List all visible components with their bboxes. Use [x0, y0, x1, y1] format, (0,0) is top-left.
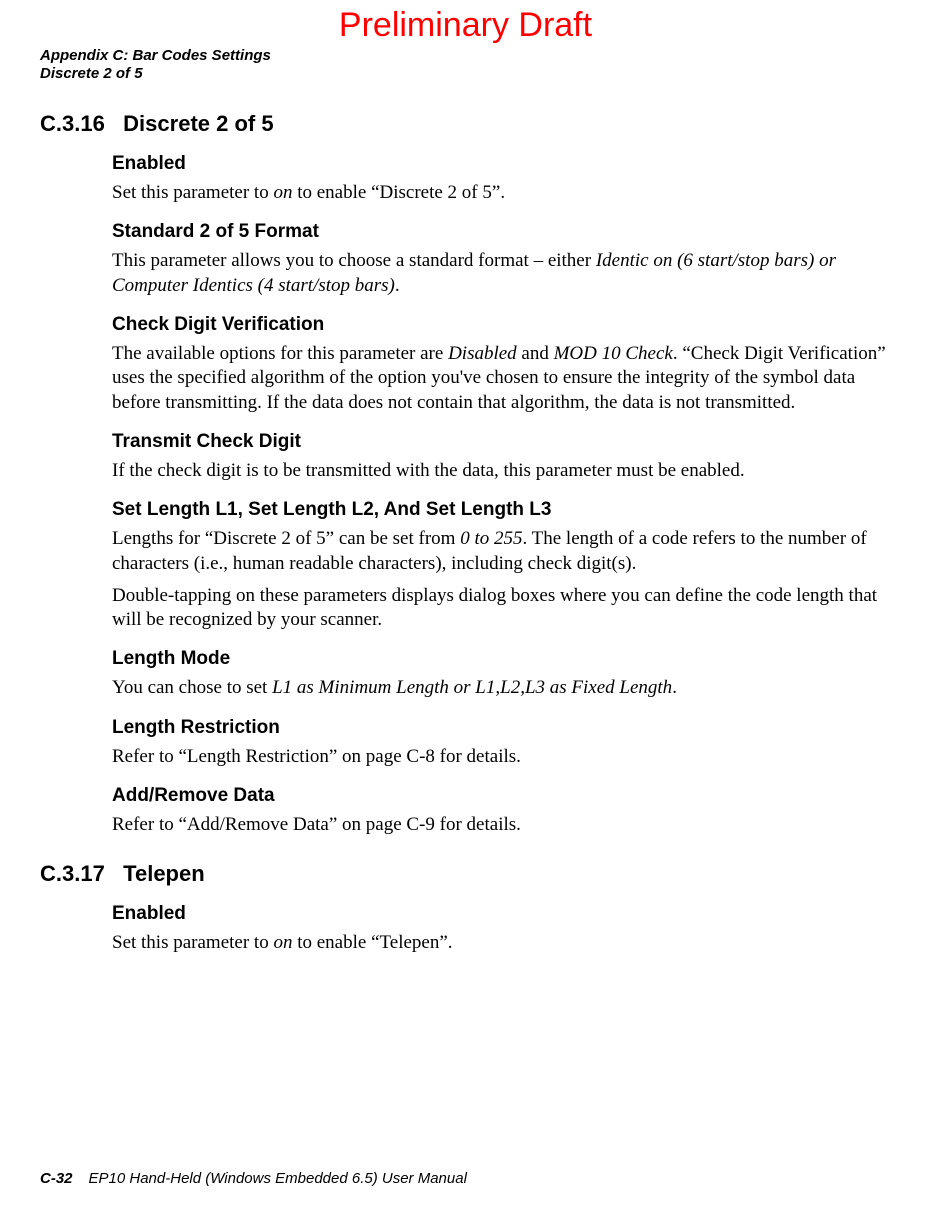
subheading-length-restriction: Length Restriction [112, 717, 889, 739]
section-title: Discrete 2 of 5 [123, 111, 273, 136]
body-set-length-p1: Lengths for “Discrete 2 of 5” can be set… [112, 527, 889, 576]
text: Lengths for “Discrete 2 of 5” can be set… [112, 528, 460, 549]
section-heading-telepen: C.3.17 Telepen [40, 861, 891, 887]
body-enabled: Set this parameter to on to enable “Disc… [112, 181, 889, 205]
text: to enable “Discrete 2 of 5”. [292, 182, 505, 203]
body-standard-format: This parameter allows you to choose a st… [112, 249, 889, 298]
subheading-transmit-check-digit: Transmit Check Digit [112, 431, 889, 453]
text: Set this parameter to [112, 182, 273, 203]
text-em: L1 as Minimum Length or L1,L2,L3 as Fixe… [272, 677, 672, 698]
body-add-remove-data: Refer to “Add/Remove Data” on page C-9 f… [112, 813, 889, 837]
subheading-enabled: Enabled [112, 153, 889, 175]
body-check-digit-verification: The available options for this parameter… [112, 342, 889, 415]
section-title: Telepen [123, 861, 205, 886]
subheading-length-mode: Length Mode [112, 648, 889, 670]
running-header: Appendix C: Bar Codes Settings Discrete … [40, 47, 891, 83]
section-number: C.3.17 [40, 861, 105, 886]
text: and [517, 343, 554, 364]
text-em: on [273, 932, 292, 953]
section-number: C.3.16 [40, 111, 105, 136]
text: . [672, 677, 677, 698]
footer-title: EP10 Hand-Held (Windows Embedded 6.5) Us… [89, 1170, 467, 1187]
text-em: Disabled [448, 343, 517, 364]
text-em: on [273, 182, 292, 203]
running-header-line1: Appendix C: Bar Codes Settings [40, 47, 891, 65]
subheading-add-remove-data: Add/Remove Data [112, 785, 889, 807]
body-length-restriction: Refer to “Length Restriction” on page C-… [112, 745, 889, 769]
text-em: 0 to 255 [460, 528, 522, 549]
body-length-mode: You can chose to set L1 as Minimum Lengt… [112, 676, 889, 700]
text: Set this parameter to [112, 932, 273, 953]
body-telepen-enabled: Set this parameter to on to enable “Tele… [112, 931, 889, 955]
subheading-set-length: Set Length L1, Set Length L2, And Set Le… [112, 499, 889, 521]
body-set-length-p2: Double-tapping on these parameters displ… [112, 584, 889, 633]
subheading-standard-format: Standard 2 of 5 Format [112, 221, 889, 243]
text: You can chose to set [112, 677, 272, 698]
section-heading-discrete: C.3.16 Discrete 2 of 5 [40, 111, 891, 137]
page-footer: C-32 EP10 Hand-Held (Windows Embedded 6.5… [40, 1170, 891, 1187]
text-em: MOD 10 Check [554, 343, 673, 364]
text: . [395, 275, 400, 296]
subheading-telepen-enabled: Enabled [112, 903, 889, 925]
page-content: C.3.16 Discrete 2 of 5 Enabled Set this … [40, 111, 891, 956]
subheading-check-digit-verification: Check Digit Verification [112, 314, 889, 336]
text: This parameter allows you to choose a st… [112, 250, 596, 271]
text: to enable “Telepen”. [292, 932, 452, 953]
watermark-label: Preliminary Draft [40, 6, 891, 45]
text: The available options for this parameter… [112, 343, 448, 364]
page-number: C-32 [40, 1170, 73, 1187]
body-transmit-check-digit: If the check digit is to be transmitted … [112, 459, 889, 483]
running-header-line2: Discrete 2 of 5 [40, 65, 891, 83]
